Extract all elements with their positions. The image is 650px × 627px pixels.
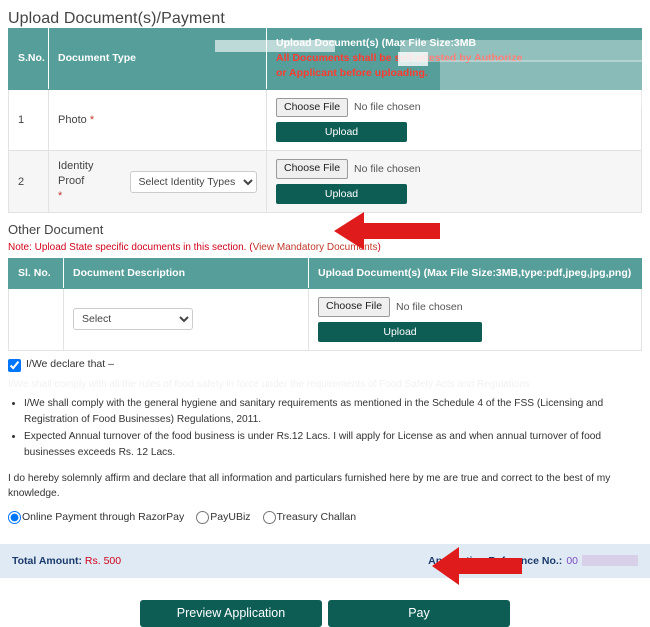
file-status-identity: No file chosen (354, 163, 421, 176)
row-document-type: Identity Proof * Select Identity Types (48, 150, 267, 213)
application-reference-value: 00 (566, 554, 578, 567)
upload-header-warning-line1: All Documents shall be self-attested by … (276, 52, 523, 65)
row-slno (8, 288, 64, 351)
row-sno: 1 (8, 88, 49, 152)
column-header-sno: S.No. (8, 28, 49, 90)
file-status-photo: No file chosen (354, 101, 421, 114)
total-amount-bar: Total Amount: Rs. 500 Application Refere… (0, 543, 650, 578)
radio-treasury-challan[interactable] (262, 510, 276, 524)
page-title: Upload Document(s)/Payment (8, 10, 225, 27)
payment-option-razorpay[interactable]: Online Payment through RazorPay (8, 510, 185, 524)
choose-file-button-identity[interactable]: Choose File (276, 159, 349, 179)
radio-payubiz[interactable] (196, 510, 210, 524)
upload-button-photo[interactable]: Upload (276, 122, 407, 143)
preview-application-button[interactable]: Preview Application (140, 599, 322, 627)
redacted-reference-block (582, 555, 638, 567)
required-asterisk: * (58, 190, 63, 203)
required-asterisk: * (89, 113, 95, 126)
table-header-row: S.No. Document Type Upload Document(s) (… (8, 28, 642, 90)
payment-option-label: Treasury Challan (276, 511, 357, 524)
declaration-checkbox-row: I/We declare that – (8, 358, 642, 372)
total-amount-value: Rs. 500 (84, 554, 122, 567)
radio-razorpay[interactable] (8, 510, 21, 524)
document-type-label: Identity Proof (58, 160, 94, 188)
declaration-section: I/We declare that – I/We shall comply wi… (0, 351, 650, 461)
declaration-checkbox[interactable] (8, 358, 21, 372)
column-header-document-type: Document Type (48, 28, 267, 90)
other-document-table: Sl. No. Document Description Upload Docu… (8, 257, 642, 351)
row-upload-cell: Choose File No file chosen Upload (266, 150, 642, 213)
payment-option-label: PayUBiz (210, 511, 251, 524)
row-sno: 2 (8, 150, 49, 213)
file-status-other: No file chosen (396, 300, 463, 313)
declaration-bullet-list: I/We shall comply with the general hygie… (8, 396, 642, 461)
declaration-checkbox-label: I/We declare that – (26, 357, 114, 370)
row-upload-cell: Choose File No file chosen Upload (266, 88, 642, 152)
note-prefix-text: Note: Upload State specific documents in… (8, 241, 253, 253)
action-button-row: Preview Application Pay (0, 578, 650, 627)
upload-header-warning-line2: or Applicant before uploading. (276, 67, 428, 80)
payment-options-group: Online Payment through RazorPay PayUBiz … (0, 502, 650, 524)
application-reference-group: Application Reference No.: 00 (428, 555, 638, 567)
column-header-slno: Sl. No. (8, 257, 64, 290)
document-type-label: Photo (58, 113, 87, 126)
upload-button-other[interactable]: Upload (318, 321, 482, 342)
row-upload-cell: Choose File No file chosen Upload (308, 288, 642, 351)
payment-option-treasury-challan[interactable]: Treasury Challan (262, 510, 357, 524)
declaration-bullet: I/We shall comply with the general hygie… (24, 396, 642, 428)
affirmation-text: I do hereby solemnly affirm and declare … (8, 473, 611, 500)
file-input-group: Choose File No file chosen (318, 297, 632, 317)
other-document-heading: Other Document (8, 221, 104, 237)
declaration-faded-line: I/We shall comply with all the rules of … (8, 378, 530, 390)
file-input-group: Choose File No file chosen (276, 159, 632, 179)
application-reference-label: Application Reference No.: (428, 554, 563, 567)
other-document-note: Note: Upload State specific documents in… (0, 242, 650, 258)
upload-button-identity[interactable]: Upload (276, 183, 407, 204)
declaration-bullet: Expected Annual turnover of the food bus… (24, 429, 642, 461)
document-description-select[interactable]: Select (73, 308, 193, 331)
note-suffix-text: ) (377, 241, 381, 253)
total-amount-label: Total Amount: (12, 554, 82, 567)
table-row: 2 Identity Proof * Select Identity Types… (8, 150, 642, 213)
table-row: Select Choose File No file chosen Upload (8, 288, 642, 351)
document-type-table: S.No. Document Type Upload Document(s) (… (8, 28, 642, 213)
identity-type-select[interactable]: Select Identity Types (129, 170, 257, 193)
choose-file-button-other[interactable]: Choose File (318, 297, 391, 317)
file-input-group: Choose File No file chosen (276, 97, 632, 118)
view-mandatory-documents-link[interactable]: View Mandatory Documents (253, 242, 378, 253)
column-header-upload-documents: Upload Document(s) (Max File Size:3MB Al… (266, 28, 642, 90)
row-document-description: Select (63, 288, 309, 351)
column-header-document-description: Document Description (63, 257, 309, 290)
pay-button[interactable]: Pay (328, 599, 510, 627)
table-row: 1 Photo * Choose File No file chosen Upl… (8, 88, 642, 152)
upload-header-line1: Upload Document(s) (Max File Size:3MB (276, 37, 477, 49)
total-amount-group: Total Amount: Rs. 500 (12, 555, 121, 567)
table-header-row: Sl. No. Document Description Upload Docu… (8, 257, 642, 290)
choose-file-button-photo[interactable]: Choose File (276, 97, 349, 118)
payment-option-label: Online Payment through RazorPay (22, 511, 185, 524)
row-document-type: Photo * (48, 88, 267, 152)
payment-option-payubiz[interactable]: PayUBiz (196, 510, 251, 524)
column-header-other-upload: Upload Document(s) (Max File Size:3MB,ty… (308, 257, 642, 290)
